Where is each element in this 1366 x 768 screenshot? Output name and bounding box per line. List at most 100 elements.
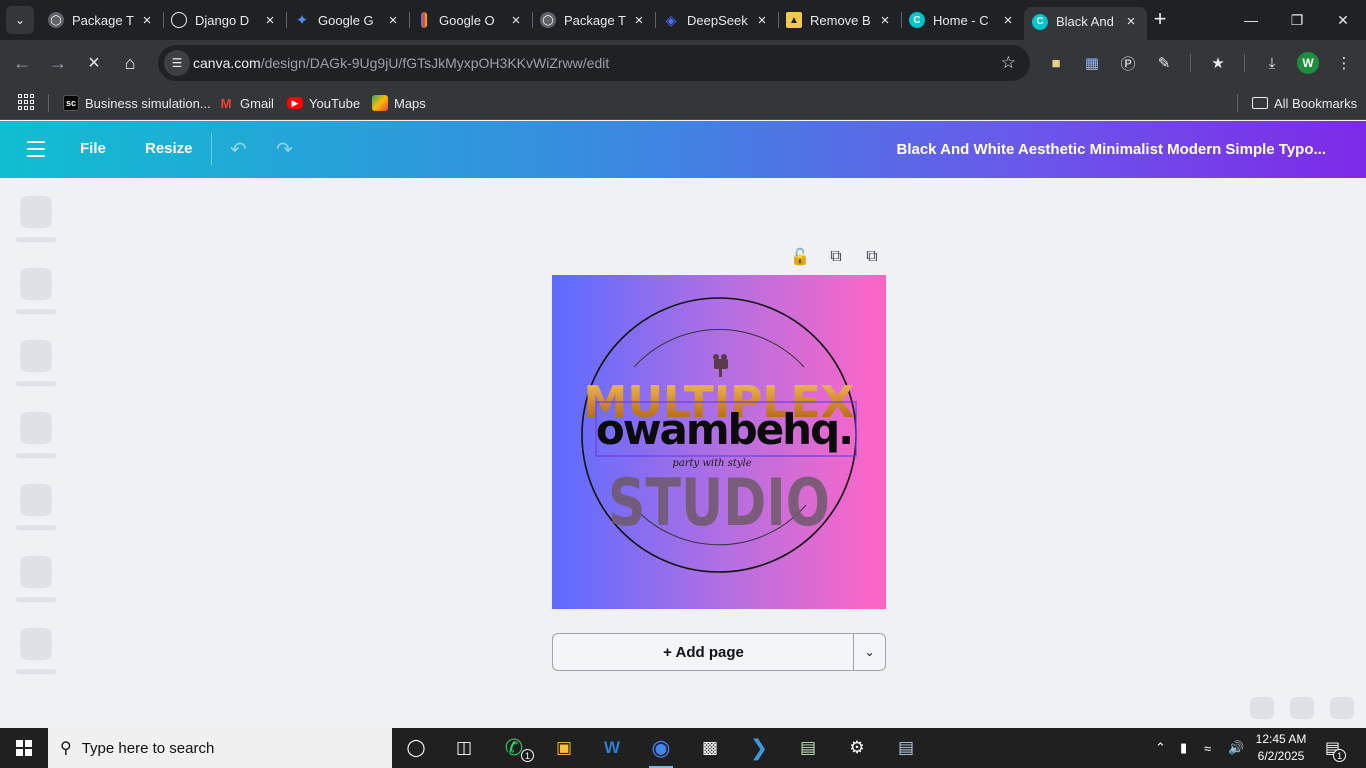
browser-tab[interactable]: ◈ DeepSeek × — [655, 6, 779, 34]
lock-icon[interactable]: 🔓 — [789, 246, 811, 268]
file-explorer-icon[interactable]: ▣ — [546, 734, 582, 762]
cortana-icon[interactable]: ◯ — [398, 734, 434, 762]
show-hidden-icons[interactable]: ⌃ — [1155, 728, 1166, 768]
close-window-button[interactable]: ✕ — [1320, 0, 1366, 40]
word-icon[interactable]: W — [594, 734, 630, 762]
chrome-icon[interactable]: ◉ — [643, 734, 679, 768]
extension-notes-icon[interactable]: ■ — [1045, 52, 1067, 74]
close-icon[interactable]: × — [1123, 13, 1139, 30]
arrow-right-icon: → — [49, 52, 67, 73]
close-icon[interactable]: × — [631, 12, 647, 29]
close-icon[interactable]: × — [139, 12, 155, 29]
globe-icon: ◯ — [48, 12, 64, 28]
duplicate-page-icon[interactable]: ⧉ — [825, 246, 847, 268]
restore-button[interactable]: ❐ — [1274, 0, 1320, 40]
remote-desktop-icon[interactable]: ▤ — [888, 734, 924, 762]
camera-icon — [713, 354, 728, 377]
bookmark-business-simulation[interactable]: sc Business simulation... — [63, 92, 211, 114]
maps-icon — [372, 95, 388, 111]
rail-placeholder — [20, 268, 52, 300]
system-clock[interactable]: 12:45 AM 6/2/2025 — [1250, 731, 1312, 765]
more-vertical-icon[interactable]: ⋮ — [1333, 52, 1355, 74]
bookmark-label: Business simulation... — [85, 95, 211, 111]
close-icon: × — [88, 51, 100, 74]
extensions-puzzle-icon[interactable]: ✎ — [1153, 52, 1175, 74]
browser-tab[interactable]: Google O × — [409, 6, 533, 34]
extension-w-icon[interactable]: Ⓟ — [1117, 52, 1139, 74]
new-tab-button[interactable]: + — [1148, 8, 1172, 32]
taskbar-search[interactable]: ⚲ Type here to search — [48, 728, 392, 768]
bookmark-gmail[interactable]: M Gmail — [218, 92, 274, 114]
all-bookmarks[interactable]: All Bookmarks — [1252, 92, 1357, 114]
close-icon[interactable]: × — [508, 12, 524, 29]
sc-icon: sc — [63, 95, 79, 111]
footer-placeholder — [1290, 697, 1314, 719]
stop-loading-button[interactable]: × — [79, 48, 109, 78]
document-title[interactable]: Black And White Aesthetic Minimalist Mod… — [897, 141, 1327, 158]
design-canvas[interactable]: MULTIPLEX STUDIO owambehq. party with st… — [552, 275, 886, 609]
close-icon[interactable]: × — [877, 12, 893, 29]
bookmark-maps[interactable]: Maps — [372, 92, 426, 114]
home-button[interactable]: ⌂ — [115, 48, 145, 78]
address-bar[interactable]: ☰ canva.com/design/DAGk-9Ug9jU/fGTsJkMyx… — [158, 45, 1030, 81]
tab-title: Django D — [195, 12, 250, 28]
rail-placeholder — [20, 484, 52, 516]
battery-icon[interactable]: ▮ — [1180, 728, 1187, 768]
search-icon: ⚲ — [60, 740, 72, 757]
terminal-icon[interactable]: ▩ — [692, 734, 728, 762]
apps-grid-icon[interactable] — [18, 94, 34, 110]
close-icon[interactable]: × — [1000, 12, 1016, 29]
back-button[interactable]: ← — [7, 48, 37, 78]
search-placeholder: Type here to search — [81, 739, 215, 757]
browser-tab[interactable]: ▲ Remove B × — [778, 6, 902, 34]
chevron-down-icon: ⌄ — [14, 13, 26, 27]
close-icon[interactable]: × — [754, 12, 770, 29]
browser-tab[interactable]: Django D × — [163, 6, 287, 34]
settings-gear-icon[interactable]: ⚙ — [839, 734, 875, 762]
browser-tab[interactable]: ◯ Package T × — [532, 6, 656, 34]
vscode-icon[interactable]: ❯ — [741, 734, 777, 762]
canva-icon: C — [1032, 13, 1048, 30]
undo-icon[interactable]: ↶ — [230, 137, 247, 162]
notifications-icon[interactable]: ▤ 1 — [1325, 728, 1347, 768]
redo-icon[interactable]: ↷ — [276, 137, 293, 162]
translate-icon[interactable]: ▦ — [1081, 52, 1103, 74]
browser-tab[interactable]: C Home - C × — [901, 6, 1024, 34]
menu-hamburger-icon[interactable] — [27, 141, 45, 157]
bookmarks-star-icon[interactable]: ★ — [1207, 52, 1229, 74]
add-page-button[interactable]: + Add page — [552, 633, 854, 671]
start-button[interactable] — [0, 728, 48, 768]
browser-tab-active[interactable]: C Black And × — [1024, 7, 1147, 40]
resize-menu[interactable]: Resize — [145, 140, 193, 157]
app-icon[interactable]: ▤ — [790, 734, 826, 762]
windows-taskbar: ⚲ Type here to search ◯ ◫ ✆ 1 ▣ W ◉ ▩ ❯ ▤… — [0, 728, 1366, 768]
close-icon[interactable]: × — [262, 12, 278, 29]
add-page-icon[interactable]: ⧉ — [861, 246, 883, 268]
add-page-dropdown[interactable]: ⌄ — [853, 633, 886, 671]
bookmark-label: YouTube — [309, 95, 361, 111]
close-icon[interactable]: × — [385, 12, 401, 29]
task-view-icon[interactable]: ◫ — [446, 734, 482, 762]
profile-avatar[interactable]: W — [1297, 52, 1319, 74]
bookmark-star-icon[interactable]: ☆ — [1001, 53, 1016, 73]
rail-placeholder — [20, 412, 52, 444]
site-info-icon[interactable]: ☰ — [164, 50, 190, 76]
browser-tab[interactable]: ✦ Google G × — [286, 6, 410, 34]
bookmark-youtube[interactable]: ▶ YouTube — [287, 92, 360, 114]
forward-button[interactable]: → — [43, 48, 73, 78]
whatsapp-icon[interactable]: ✆ 1 — [496, 734, 534, 762]
wifi-icon[interactable]: ≈ — [1204, 728, 1211, 768]
volume-icon[interactable]: 🔊 — [1228, 728, 1244, 768]
url-text[interactable]: canva.com/design/DAGk-9Ug9jU/fGTsJkMyxpO… — [193, 55, 609, 71]
deepseek-icon: ◈ — [665, 11, 677, 28]
url-path: /design/DAGk-9Ug9jU/fGTsJkMyxpOH3KKvWiZr… — [260, 55, 610, 71]
footer-placeholder — [1250, 697, 1274, 719]
folder-icon — [1252, 97, 1268, 109]
download-icon[interactable]: ⤓ — [1261, 52, 1283, 74]
whatsapp-badge: 1 — [521, 749, 534, 762]
browser-tab[interactable]: ◯ Package T × — [40, 6, 164, 34]
minimize-button[interactable]: — — [1228, 0, 1274, 40]
windows-logo-icon — [16, 740, 32, 756]
file-menu[interactable]: File — [80, 140, 106, 157]
tab-search-button[interactable]: ⌄ — [6, 6, 34, 34]
